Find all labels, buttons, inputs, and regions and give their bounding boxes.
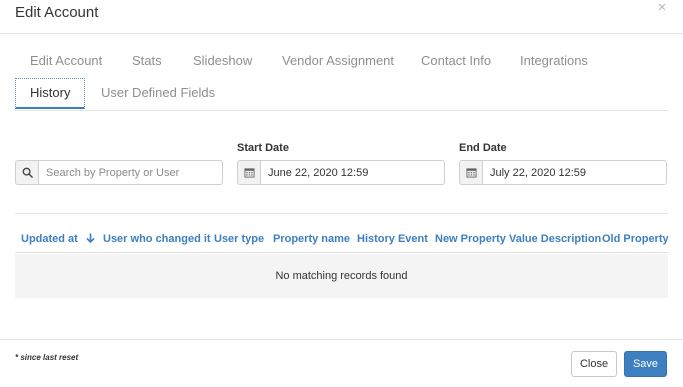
tab-stats[interactable]: Stats	[132, 53, 162, 68]
end-date-input[interactable]	[483, 166, 666, 179]
tab-user-defined-fields[interactable]: User Defined Fields	[101, 85, 215, 100]
search-input[interactable]	[39, 166, 222, 179]
calendar-icon[interactable]	[460, 161, 483, 184]
tabs-divider	[15, 110, 668, 111]
tab-contact-info[interactable]: Contact Info	[421, 53, 491, 68]
tab-vendor-assignment[interactable]: Vendor Assignment	[282, 53, 394, 68]
column-history-event[interactable]: History Event	[357, 233, 428, 245]
save-button[interactable]: Save	[624, 351, 667, 377]
filters-divider	[15, 213, 668, 214]
column-user-type[interactable]: User type	[214, 233, 264, 245]
column-user-who-changed-it[interactable]: User who changed it	[103, 233, 211, 245]
calendar-icon[interactable]	[238, 161, 261, 184]
column-updated-at[interactable]: Updated at	[21, 233, 95, 245]
search-field	[15, 160, 223, 185]
history-table-header: Updated at User who changed it User type…	[15, 228, 668, 253]
end-date-label: End Date	[459, 142, 507, 154]
close-button[interactable]: Close	[571, 351, 617, 377]
footnote: * since last reset	[15, 353, 79, 362]
header-divider	[0, 33, 683, 34]
tab-slideshow[interactable]: Slideshow	[193, 53, 252, 68]
end-date-field	[459, 160, 667, 185]
column-property-name[interactable]: Property name	[273, 233, 350, 245]
close-icon[interactable]: ×	[655, 0, 669, 15]
tab-edit-account[interactable]: Edit Account	[30, 53, 102, 68]
start-date-field	[237, 160, 445, 185]
column-new-property-value-description[interactable]: New Property Value Description	[435, 233, 601, 245]
start-date-label: Start Date	[237, 142, 289, 154]
tab-history[interactable]: History	[15, 78, 86, 109]
modal-title: Edit Account	[15, 4, 99, 21]
column-label: Updated at	[21, 233, 78, 245]
column-old-property-value-description[interactable]: Old Property Value Description	[602, 233, 668, 245]
tab-integrations[interactable]: Integrations	[520, 53, 588, 68]
footer-divider	[0, 339, 683, 340]
arrow-down-icon	[86, 233, 95, 244]
search-icon	[16, 161, 39, 184]
empty-table-message: No matching records found	[15, 254, 668, 298]
start-date-input[interactable]	[261, 166, 444, 179]
